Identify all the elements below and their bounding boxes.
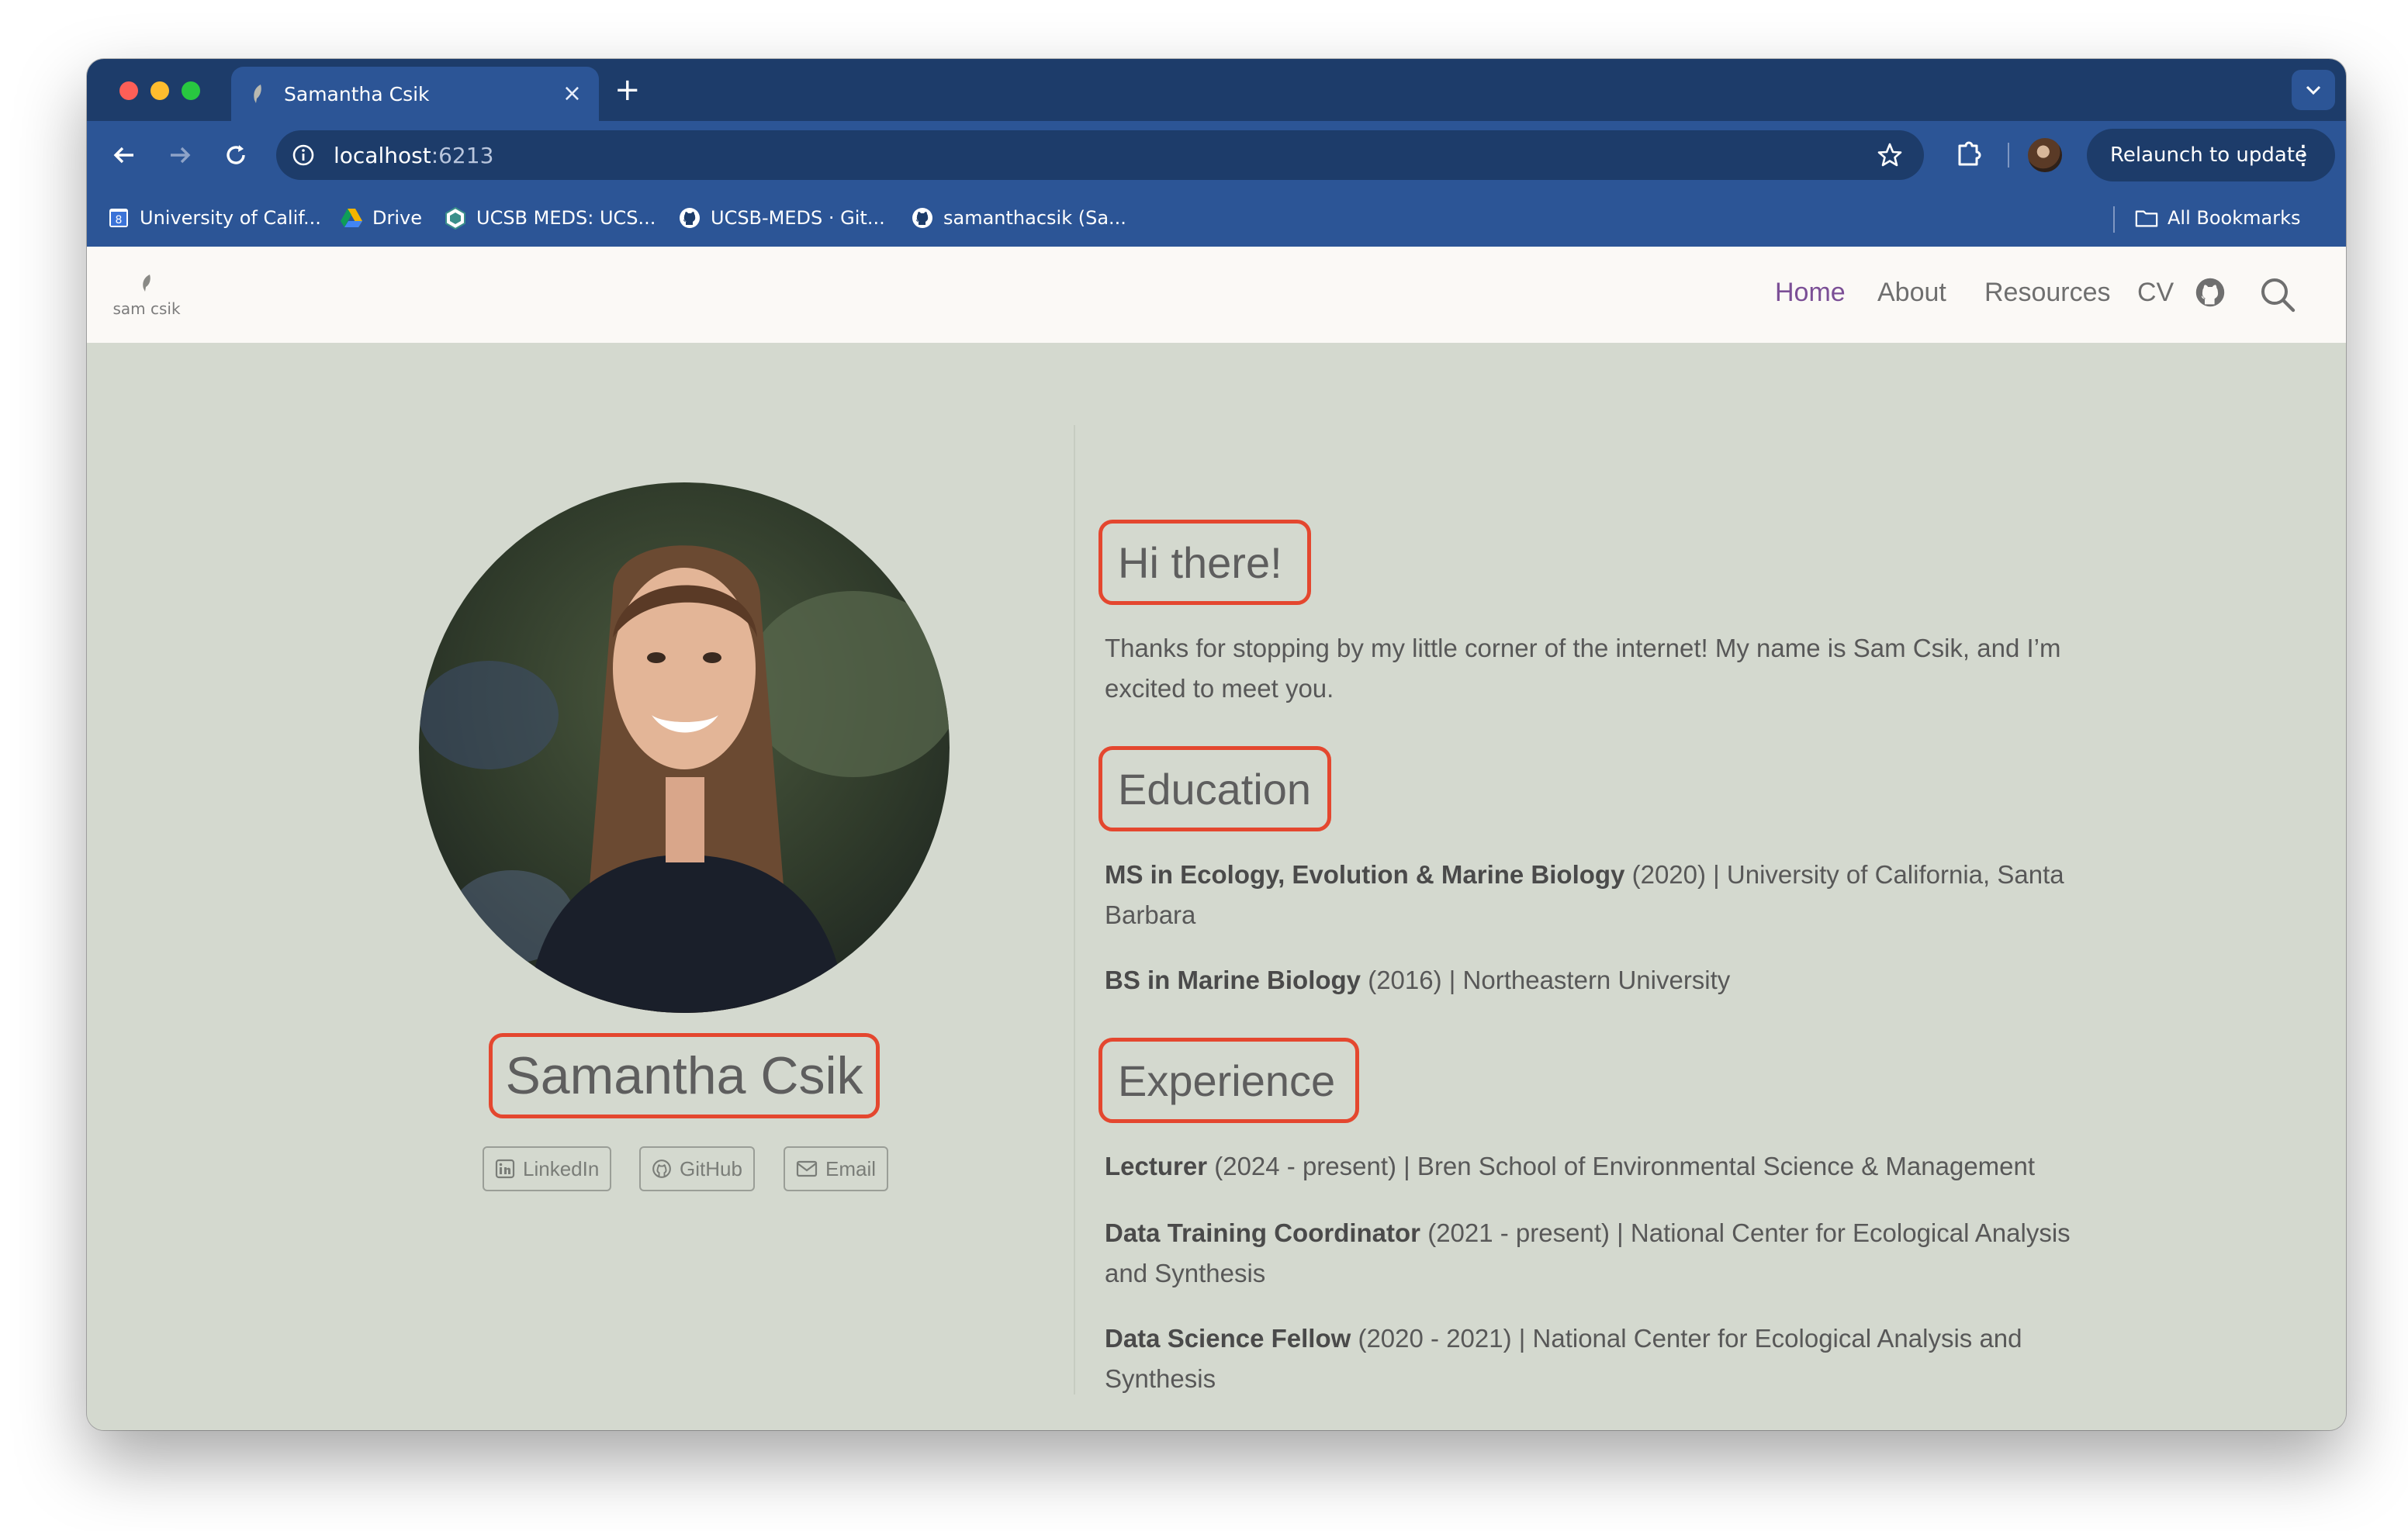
- forward-button[interactable]: [163, 138, 197, 172]
- arrow-right-icon: [171, 147, 191, 164]
- nav-resources-link[interactable]: Resources: [1984, 278, 2111, 308]
- education-degree: MS in Ecology, Evolution & Marine Biolog…: [1105, 860, 1625, 889]
- bookmark-item[interactable]: UCSB MEDS: UCS...: [444, 203, 656, 233]
- email-label: Email: [825, 1156, 877, 1180]
- nav-about-link[interactable]: About: [1877, 278, 1946, 308]
- experience-detail: (2024 - present) | Bren School of Enviro…: [1207, 1152, 2036, 1180]
- website: sam csik Home About Resources CV Samanth…: [87, 247, 2346, 1430]
- bookmarks-bar: 8 University of Calif... Drive UCSB MEDS…: [87, 189, 2346, 247]
- ucsb-calendar-icon: 8: [107, 206, 130, 230]
- experience-role: Lecturer: [1105, 1152, 1208, 1180]
- new-tab-button[interactable]: +: [614, 70, 641, 110]
- greeting-heading: Hi there!: [1118, 537, 1282, 587]
- browser-tab[interactable]: Samantha Csik ×: [231, 67, 599, 121]
- column-divider: [1074, 425, 1075, 1394]
- greeting-text: Thanks for stopping by my little corner …: [1105, 634, 2061, 703]
- education-degree: BS in Marine Biology: [1105, 966, 1361, 994]
- education-item: BS in Marine Biology (2016) | Northeaste…: [1105, 960, 2105, 1001]
- folder-icon: [2135, 206, 2158, 230]
- bookmark-label: UCSB MEDS: UCS...: [476, 207, 656, 229]
- experience-role: Data Science Fellow: [1105, 1324, 1351, 1353]
- meds-hexagon-icon: [444, 206, 467, 230]
- browser-window: Samantha Csik × + localhost:6213 Relaunc…: [87, 59, 2346, 1430]
- education-heading-highlight: Education: [1098, 746, 1331, 831]
- github-button[interactable]: GitHub: [639, 1146, 755, 1191]
- site-navbar: sam csik Home About Resources CV: [87, 247, 2346, 343]
- education-detail: (2016) | Northeastern University: [1361, 966, 1731, 994]
- profile-photo: [419, 482, 950, 1013]
- linkedin-icon: [495, 1159, 515, 1179]
- bookmark-item[interactable]: UCSB-MEDS · Git...: [678, 203, 885, 233]
- feather-favicon-icon: [248, 82, 267, 105]
- profile-name: Samantha Csik: [505, 1046, 863, 1105]
- experience-role: Data Training Coordinator: [1105, 1218, 1421, 1247]
- nav-home-link[interactable]: Home: [1775, 278, 1846, 308]
- back-button[interactable]: [107, 138, 141, 172]
- profile-avatar[interactable]: [2028, 138, 2062, 172]
- extensions-puzzle-icon[interactable]: [1952, 137, 1988, 172]
- experience-heading: Experience: [1118, 1056, 1336, 1105]
- bookmark-label: University of Calif...: [140, 207, 321, 229]
- url-text: localhost:6213: [334, 143, 493, 168]
- bookmarks-divider: [2113, 206, 2115, 233]
- tab-close-button[interactable]: ×: [562, 79, 582, 109]
- github-icon: [678, 206, 701, 230]
- reload-icon: [227, 145, 245, 164]
- education-item: MS in Ecology, Evolution & Marine Biolog…: [1105, 855, 2105, 935]
- tab-strip: Samantha Csik × +: [87, 59, 2346, 121]
- bookmark-item[interactable]: 8 University of Calif...: [107, 203, 321, 233]
- all-bookmarks-label: All Bookmarks: [2168, 207, 2301, 229]
- tab-title: Samantha Csik: [284, 82, 430, 105]
- relaunch-label: Relaunch to update: [2110, 143, 2308, 167]
- feather-logo-icon: [143, 275, 150, 292]
- experience-heading-highlight: Experience: [1098, 1038, 1359, 1123]
- linkedin-button[interactable]: LinkedIn: [483, 1146, 612, 1191]
- arrow-left-icon: [113, 147, 133, 164]
- github-icon: [652, 1159, 671, 1178]
- nav-cv-link[interactable]: CV: [2137, 278, 2174, 308]
- bookmark-item[interactable]: samanthacsik (Sa...: [911, 203, 1126, 233]
- github-icon[interactable]: [2194, 276, 2231, 313]
- close-window-button[interactable]: [119, 81, 138, 100]
- name-highlight: Samantha Csik: [489, 1033, 880, 1118]
- toolbar-divider: [2008, 143, 2009, 168]
- url-port: :6213: [431, 142, 494, 168]
- maximize-window-button[interactable]: [182, 81, 200, 100]
- all-bookmarks-button[interactable]: All Bookmarks: [2135, 203, 2300, 233]
- bookmark-label: UCSB-MEDS · Git...: [711, 207, 885, 229]
- site-logo[interactable]: sam csik: [112, 273, 182, 320]
- bookmark-label: Drive: [372, 207, 422, 229]
- bookmark-item[interactable]: Drive: [340, 203, 422, 233]
- bookmark-star-icon[interactable]: [1876, 141, 1904, 169]
- experience-item: Data Training Coordinator (2021 - presen…: [1105, 1213, 2105, 1294]
- svg-text:8: 8: [116, 214, 123, 226]
- url-host: localhost: [334, 142, 431, 168]
- bookmark-label: samanthacsik (Sa...: [943, 207, 1126, 229]
- experience-item: Data Science Fellow (2020 - 2021) | Nati…: [1105, 1318, 2105, 1399]
- search-icon[interactable]: [2259, 276, 2296, 313]
- linkedin-label: LinkedIn: [523, 1156, 600, 1180]
- logo-text: sam csik: [112, 299, 181, 318]
- relaunch-button[interactable]: Relaunch to update ⋮: [2087, 129, 2335, 181]
- google-drive-icon: [340, 206, 363, 230]
- browser-toolbar: localhost:6213 Relaunch to update ⋮: [87, 121, 2346, 189]
- reload-button[interactable]: [219, 138, 253, 172]
- envelope-icon: [796, 1160, 818, 1177]
- experience-item: Lecturer (2024 - present) | Bren School …: [1105, 1146, 2105, 1187]
- email-button[interactable]: Email: [784, 1146, 889, 1191]
- site-info-icon[interactable]: [290, 142, 317, 168]
- tab-search-button[interactable]: [2292, 70, 2335, 110]
- greeting-heading-highlight: Hi there!: [1098, 520, 1311, 605]
- address-bar[interactable]: localhost:6213: [276, 130, 1924, 180]
- more-options-icon[interactable]: ⋮: [2290, 140, 2316, 171]
- github-label: GitHub: [680, 1156, 742, 1180]
- minimize-window-button[interactable]: [150, 81, 169, 100]
- chevron-down-icon: [2306, 85, 2321, 95]
- education-heading: Education: [1118, 764, 1312, 814]
- github-icon: [911, 206, 934, 230]
